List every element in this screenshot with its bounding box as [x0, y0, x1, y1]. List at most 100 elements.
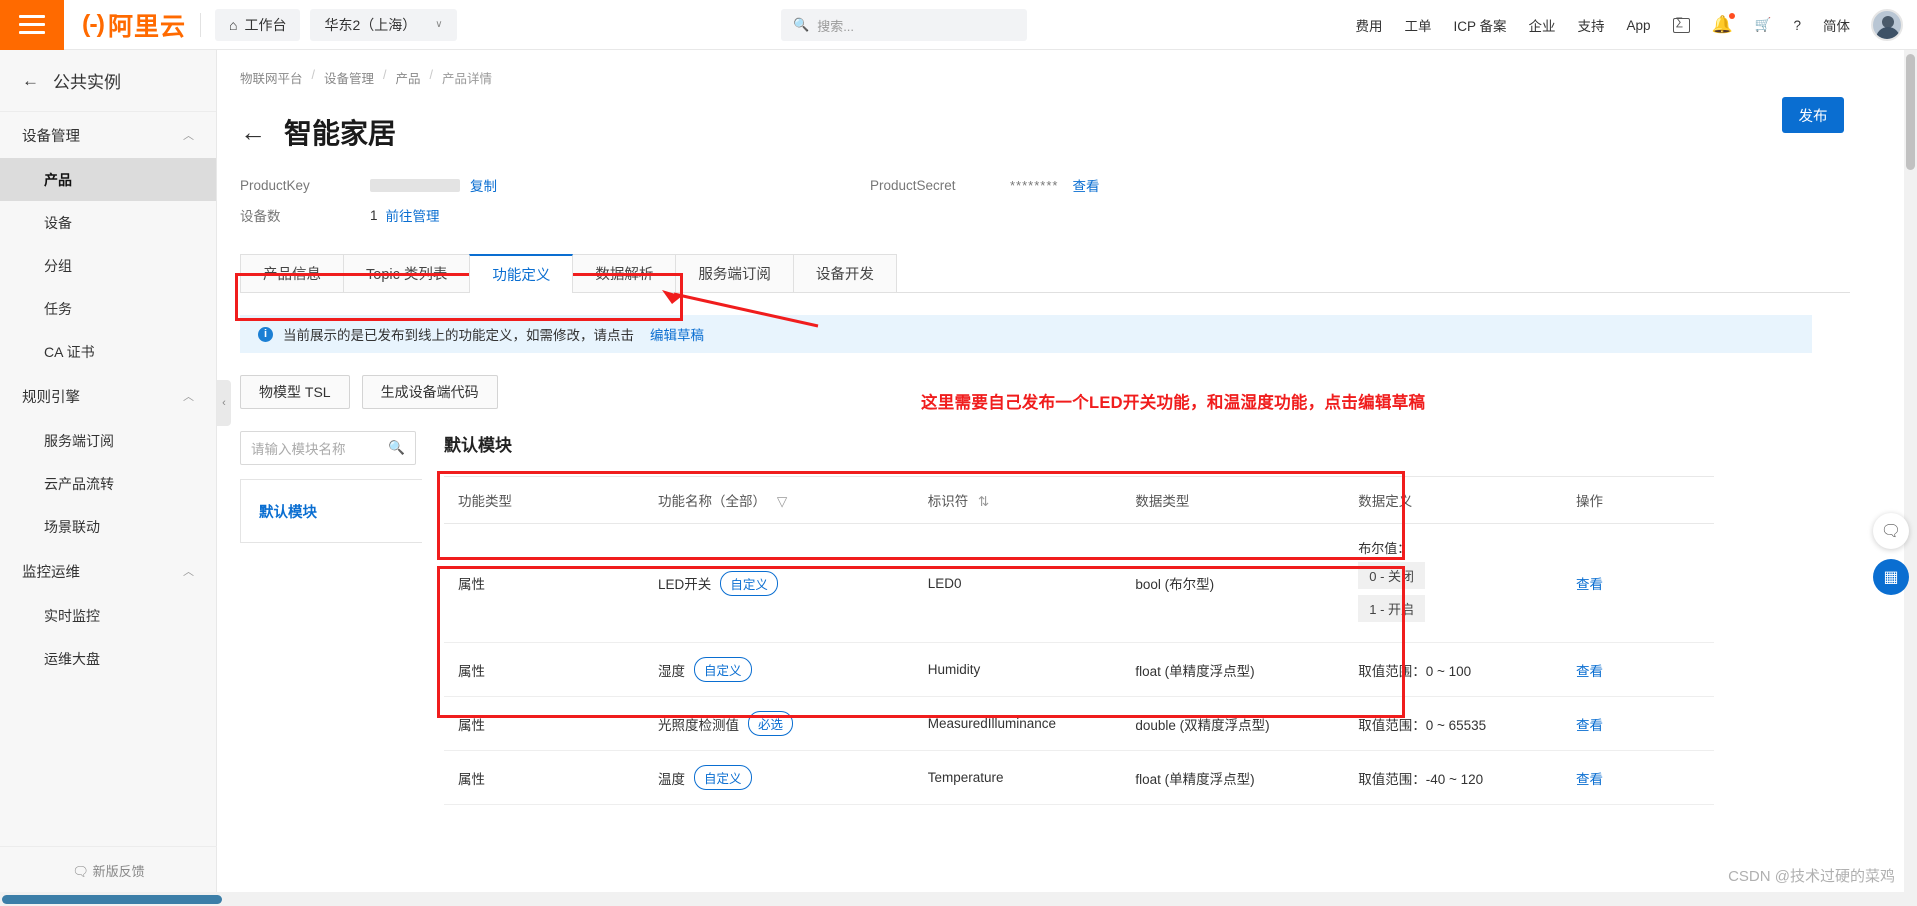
sidebar-collapse-handle[interactable]: ‹ [217, 380, 231, 426]
cell-function-type: 属性 [444, 643, 644, 697]
sidebar-item-cloud-product-flow[interactable]: 云产品流转 [0, 462, 216, 505]
module-search-input[interactable]: 请输入模块名称 🔍 [240, 431, 416, 465]
sidebar-group-monitoring[interactable]: 监控运维 ︿ [0, 548, 216, 594]
menu-hamburger-icon[interactable] [0, 0, 64, 50]
workbench-button[interactable]: ⌂ 工作台 [215, 9, 300, 41]
generate-device-code-button[interactable]: 生成设备端代码 [362, 375, 498, 409]
edit-draft-link[interactable]: 编辑草稿 [650, 324, 704, 344]
horizontal-scrollbar[interactable] [0, 892, 1917, 906]
sidebar-back-public-instance[interactable]: ← 公共实例 [0, 50, 216, 112]
cell-data-type: bool (布尔型) [1121, 524, 1344, 643]
aliyun-logo[interactable]: (-) 阿里云 [82, 7, 186, 43]
sidebar-item-tasks[interactable]: 任务 [0, 287, 216, 330]
user-avatar[interactable] [1871, 9, 1903, 41]
tab-server-subscription[interactable]: 服务端订阅 [675, 254, 794, 292]
view-product-secret-link[interactable]: 查看 [1072, 175, 1099, 195]
sidebar-feedback-button[interactable]: 🗨 新版反馈 [0, 846, 217, 880]
help-icon[interactable]: ? [1782, 0, 1812, 50]
main-content: 物联网平台 / 设备管理 / 产品 / 产品详情 ← 智能家居 发布 Produ… [217, 50, 1907, 906]
vertical-scrollbar[interactable] [1904, 50, 1917, 906]
nav-tickets[interactable]: 工单 [1393, 0, 1442, 50]
column-header-data-type: 数据类型 [1121, 477, 1344, 524]
info-alert-banner: i 当前展示的是已发布到线上的功能定义，如需修改，请点击 编辑草稿 [240, 315, 1812, 353]
sidebar-item-ca-certificate[interactable]: CA 证书 [0, 330, 216, 373]
column-header-function-type: 功能类型 [444, 477, 644, 524]
sidebar-item-label: 实时监控 [44, 606, 100, 626]
product-meta: ProductKey 复制 设备数 1 前往管理 ProductSecret *… [217, 152, 1907, 230]
language-switch[interactable]: 简体 [1812, 0, 1861, 50]
tab-data-parsing[interactable]: 数据解析 [572, 254, 676, 292]
cloud-shell-icon[interactable] [1662, 0, 1701, 50]
go-to-device-management-link[interactable]: 前往管理 [386, 205, 440, 225]
view-link[interactable]: 查看 [1576, 718, 1603, 733]
function-name-text: LED开关 [658, 573, 711, 593]
sidebar-item-groups[interactable]: 分组 [0, 244, 216, 287]
copy-product-key-link[interactable]: 复制 [470, 175, 497, 195]
column-header-data-definition: 数据定义 [1344, 477, 1562, 524]
breadcrumb-item-products[interactable]: 产品 [396, 68, 421, 87]
tsl-model-button[interactable]: 物模型 TSL [240, 375, 350, 409]
publish-button[interactable]: 发布 [1782, 97, 1844, 133]
breadcrumb-item-device-management[interactable]: 设备管理 [324, 68, 374, 87]
table-row: 属性 光照度检测值 必选 MeasuredIlluminance double … [444, 697, 1714, 751]
sidebar-item-devices[interactable]: 设备 [0, 201, 216, 244]
tab-device-development[interactable]: 设备开发 [793, 254, 897, 292]
sidebar-item-label: 服务端订阅 [44, 431, 114, 451]
sidebar-item-server-subscription[interactable]: 服务端订阅 [0, 419, 216, 462]
breadcrumb-item-iot-platform[interactable]: 物联网平台 [240, 68, 303, 87]
enum-value-on: 1 - 开启 [1358, 595, 1425, 622]
apps-icon[interactable]: ▦ [1873, 559, 1909, 595]
tab-product-info[interactable]: 产品信息 [240, 254, 344, 292]
sidebar: ← 公共实例 设备管理 ︿ 产品 设备 分组 任务 CA 证书 规则引擎 ︿ 服… [0, 50, 217, 906]
sidebar-group-device-management[interactable]: 设备管理 ︿ [0, 112, 216, 158]
sidebar-item-ops-dashboard[interactable]: 运维大盘 [0, 637, 216, 680]
global-search-input[interactable]: 🔍 搜索... [781, 9, 1027, 41]
sidebar-item-label: 产品 [44, 170, 72, 190]
product-secret-label: ProductSecret [870, 178, 1010, 193]
view-link[interactable]: 查看 [1576, 577, 1603, 592]
nav-icp[interactable]: ICP 备案 [1442, 0, 1517, 50]
cart-icon[interactable]: 🛒 [1744, 0, 1783, 50]
function-name-badge: 自定义 [694, 657, 752, 682]
function-table-panel: 默认模块 功能类型 功能名称（全部） ▽ 标识符 ⇅ [444, 431, 1832, 805]
cell-function-name: 温度 自定义 [644, 751, 914, 805]
chat-icon[interactable]: 🗨 [1873, 513, 1909, 549]
floating-action-stack: 🗨 ▦ [1873, 513, 1909, 595]
view-link[interactable]: 查看 [1576, 664, 1603, 679]
nav-fees[interactable]: 费用 [1344, 0, 1393, 50]
tab-function-definition[interactable]: 功能定义 [469, 254, 573, 292]
cell-operation: 查看 [1562, 751, 1714, 805]
sidebar-item-label: 运维大盘 [44, 649, 100, 669]
vertical-scrollbar-thumb[interactable] [1906, 54, 1915, 170]
nav-app[interactable]: App [1615, 0, 1661, 50]
nav-support[interactable]: 支持 [1566, 0, 1615, 50]
breadcrumb-item-product-detail: 产品详情 [442, 68, 492, 87]
region-selector[interactable]: 华东2（上海） ∨ [310, 9, 456, 41]
sidebar-item-realtime-monitor[interactable]: 实时监控 [0, 594, 216, 637]
module-list-item-default[interactable]: 默认模块 [241, 480, 422, 542]
chevron-down-icon: ∨ [435, 19, 442, 30]
cell-function-name: 光照度检测值 必选 [644, 697, 914, 751]
table-row: 属性 温度 自定义 Temperature float (单精度浮点型) 取值范… [444, 751, 1714, 805]
view-link[interactable]: 查看 [1576, 772, 1603, 787]
logo-text: 阿里云 [108, 7, 186, 43]
bell-icon[interactable]: 🔔 [1701, 0, 1744, 50]
sidebar-group-rule-engine[interactable]: 规则引擎 ︿ [0, 373, 216, 419]
nav-enterprise[interactable]: 企业 [1517, 0, 1566, 50]
cell-identifier: Temperature [914, 751, 1122, 805]
module-title: 默认模块 [444, 431, 1832, 456]
back-arrow-icon[interactable]: ← [240, 119, 266, 145]
workbench-label: 工作台 [244, 15, 286, 35]
sidebar-item-products[interactable]: 产品 [0, 158, 216, 201]
sidebar-item-scene-linkage[interactable]: 场景联动 [0, 505, 216, 548]
function-name-text: 温度 [658, 768, 685, 788]
tab-topic-list[interactable]: Topic 类列表 [343, 254, 470, 292]
tab-bar: 产品信息 Topic 类列表 功能定义 数据解析 服务端订阅 设备开发 [240, 254, 1850, 293]
function-name-badge: 必选 [748, 711, 793, 736]
top-navigation-bar: (-) 阿里云 ⌂ 工作台 华东2（上海） ∨ 🔍 搜索... 费用 工单 IC… [0, 0, 1917, 50]
sort-icon[interactable]: ⇅ [978, 494, 989, 509]
cell-function-type: 属性 [444, 524, 644, 643]
filter-icon[interactable]: ▽ [777, 494, 787, 509]
sidebar-group-label: 规则引擎 [22, 386, 80, 407]
horizontal-scrollbar-thumb[interactable] [2, 895, 222, 904]
